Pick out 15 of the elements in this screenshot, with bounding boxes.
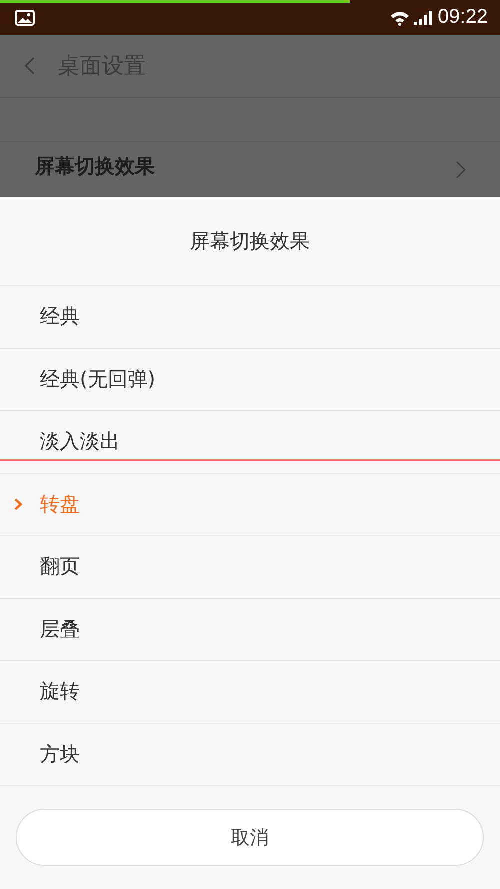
option-item[interactable]: 经典 [0, 286, 500, 348]
sheet-title: 屏幕切换效果 [0, 197, 500, 286]
option-item[interactable]: 方块 [0, 724, 500, 786]
back-icon[interactable] [24, 56, 36, 76]
chevron-icon [456, 160, 466, 178]
image-icon [15, 10, 35, 26]
wifi-icon [390, 10, 410, 26]
option-item[interactable]: 层叠 [0, 598, 500, 661]
option-item[interactable]: 经典(无回弹) [0, 348, 500, 411]
cancel-button[interactable]: 取消 [16, 809, 484, 866]
signal-icon [412, 10, 435, 26]
clock-time: 09:22 [438, 6, 488, 29]
option-item[interactable]: 旋转 [0, 661, 500, 724]
option-item[interactable]: 翻页 [0, 536, 500, 598]
chevron-icon [14, 498, 23, 511]
